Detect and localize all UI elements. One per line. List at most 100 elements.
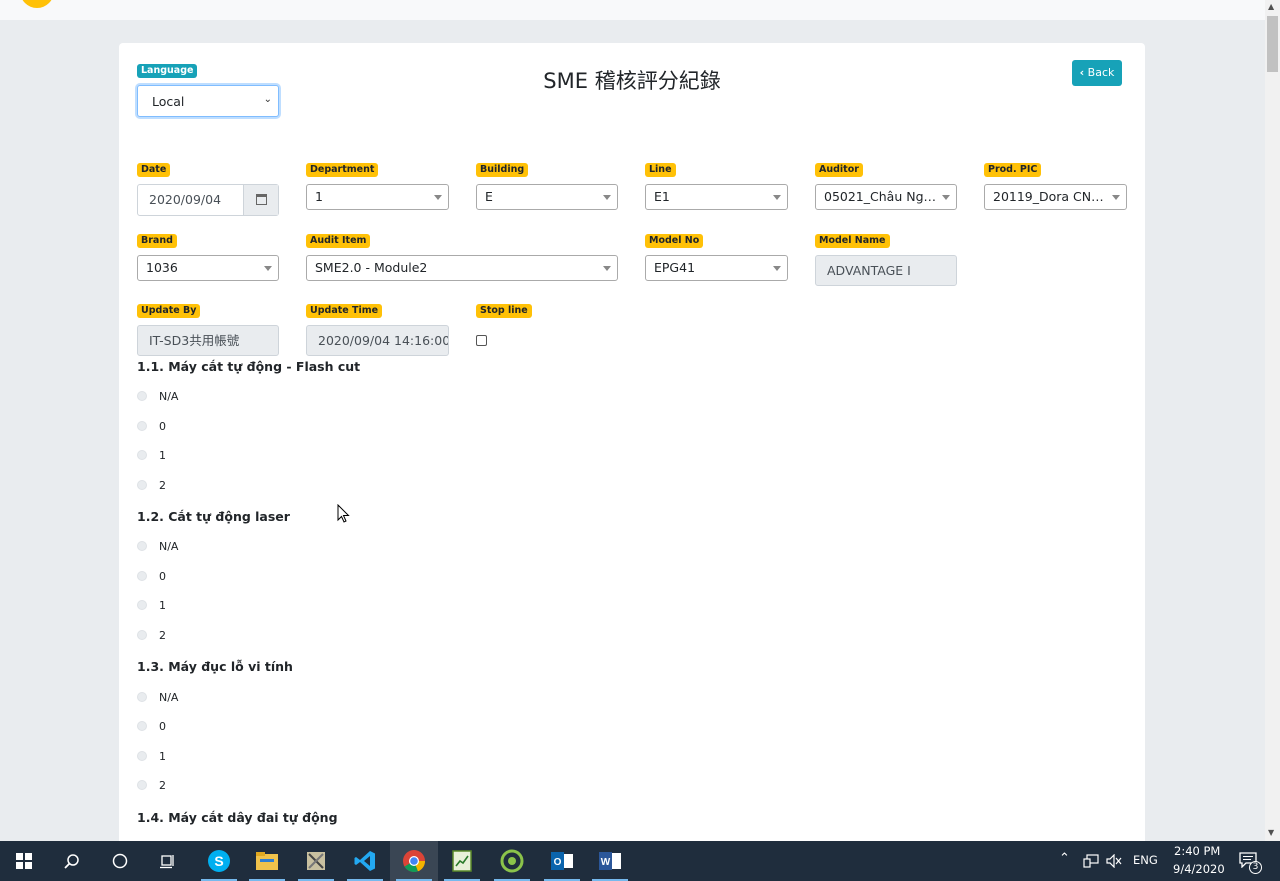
date-label: Date xyxy=(137,163,171,177)
caret-down-icon xyxy=(1112,195,1120,200)
app-logo[interactable] xyxy=(20,0,54,8)
scrollbar-thumb[interactable] xyxy=(1267,16,1278,72)
prod-pic-label: Prod. PIC xyxy=(984,163,1042,177)
top-navbar xyxy=(0,0,1265,20)
radio-label: 1 xyxy=(159,599,166,612)
date-value: 2020/09/04 xyxy=(149,192,222,207)
taskbar-notepad-chart[interactable] xyxy=(438,841,486,881)
input-language-indicator[interactable]: ENG xyxy=(1133,853,1158,867)
building-value: E xyxy=(485,189,493,204)
audit-item-label: Audit Item xyxy=(306,234,371,248)
calendar-button[interactable] xyxy=(243,185,278,215)
line-value: E1 xyxy=(654,189,670,204)
skype-icon: S xyxy=(208,850,230,872)
radio-0[interactable] xyxy=(137,421,147,431)
radio-2[interactable] xyxy=(137,480,147,490)
brand-select[interactable]: 1036 xyxy=(137,255,279,281)
caret-down-icon xyxy=(942,195,950,200)
stop-line-checkbox[interactable] xyxy=(476,335,487,346)
tray-time[interactable]: 2:40 PM xyxy=(1174,844,1220,858)
language-badge: Language xyxy=(137,64,198,78)
section-title: 1.4. Máy cắt dây đai tự động xyxy=(137,810,338,825)
radio-1[interactable] xyxy=(137,600,147,610)
audit-item-select[interactable]: SME2.0 - Module2 xyxy=(306,255,618,281)
caret-down-icon xyxy=(434,195,442,200)
task-view-icon xyxy=(160,855,174,869)
caret-down-icon xyxy=(603,266,611,271)
taskbar-task-view[interactable] xyxy=(144,841,192,881)
radio-2[interactable] xyxy=(137,630,147,640)
caret-down-icon xyxy=(603,195,611,200)
stop-line-label: Stop line xyxy=(476,304,532,318)
language-select[interactable]: Local ⌄ xyxy=(137,85,279,117)
building-select[interactable]: E xyxy=(476,184,618,210)
update-by-value: IT-SD3共用帳號 xyxy=(149,333,240,348)
brand-label: Brand xyxy=(137,234,177,248)
taskbar-tools-app[interactable] xyxy=(292,841,340,881)
taskbar-cortana[interactable] xyxy=(96,841,144,881)
audit-item-value: SME2.0 - Module2 xyxy=(315,260,428,275)
taskbar-outlook[interactable]: O xyxy=(538,841,586,881)
section-title: 1.2. Cắt tự động laser xyxy=(137,509,290,524)
radio-label: 0 xyxy=(159,720,166,733)
radio-0[interactable] xyxy=(137,721,147,731)
caret-down-icon xyxy=(264,266,272,271)
radio-label: 0 xyxy=(159,570,166,583)
taskbar-vscode[interactable] xyxy=(341,841,389,881)
department-select[interactable]: 1 xyxy=(306,184,449,210)
prod-pic-select[interactable]: 20119_Dora CN_D... xyxy=(984,184,1127,210)
svg-text:S: S xyxy=(214,853,223,869)
radio-0[interactable] xyxy=(137,571,147,581)
radio-na[interactable] xyxy=(137,541,147,551)
volume-muted-icon[interactable] xyxy=(1106,854,1122,868)
calendar-icon xyxy=(256,194,267,205)
radio-label: N/A xyxy=(159,540,179,553)
audit-form-card: SME 稽核評分紀錄 Language Local ⌄ ‹ Back Date … xyxy=(119,43,1145,863)
taskbar-skype[interactable]: S xyxy=(195,841,243,881)
radio-1[interactable] xyxy=(137,751,147,761)
radio-1[interactable] xyxy=(137,450,147,460)
action-center-button[interactable]: 3 xyxy=(1233,841,1280,881)
model-no-select[interactable]: EPG41 xyxy=(645,255,788,281)
tray-date[interactable]: 9/4/2020 xyxy=(1173,862,1225,876)
auditor-label: Auditor xyxy=(815,163,863,177)
model-no-label: Model No xyxy=(645,234,704,248)
network-icon[interactable] xyxy=(1083,854,1099,868)
update-by-field: IT-SD3共用帳號 xyxy=(137,325,279,356)
department-label: Department xyxy=(306,163,379,177)
prod-pic-value: 20119_Dora CN_D... xyxy=(993,189,1108,204)
chevron-left-icon: ‹ xyxy=(1079,66,1085,79)
chrome-icon xyxy=(403,850,426,873)
radio-2[interactable] xyxy=(137,780,147,790)
back-button[interactable]: ‹ Back xyxy=(1072,60,1122,86)
show-hidden-icons-chevron-icon[interactable]: ⌃ xyxy=(1059,851,1070,866)
start-button[interactable] xyxy=(0,841,48,881)
section-title: 1.3. Máy đục lỗ vi tính xyxy=(137,659,293,674)
model-no-value: EPG41 xyxy=(654,260,696,275)
radio-label: N/A xyxy=(159,691,179,704)
update-time-value: 2020/09/04 14:16:00 xyxy=(318,333,449,348)
outlook-icon: O xyxy=(551,852,573,870)
building-label: Building xyxy=(476,163,529,177)
scroll-down-arrow-icon[interactable]: ▼ xyxy=(1268,829,1274,837)
taskbar-green-app[interactable] xyxy=(488,841,536,881)
page-scrollbar[interactable]: ▲ ▼ xyxy=(1265,0,1280,841)
radio-na[interactable] xyxy=(137,391,147,401)
notepad-chart-icon xyxy=(452,850,472,872)
file-explorer-icon xyxy=(256,852,278,870)
radio-na[interactable] xyxy=(137,692,147,702)
caret-down-icon xyxy=(773,195,781,200)
scroll-up-arrow-icon[interactable]: ▲ xyxy=(1268,3,1274,11)
line-select[interactable]: E1 xyxy=(645,184,788,210)
radio-label: 1 xyxy=(159,750,166,763)
taskbar-search[interactable] xyxy=(48,841,96,881)
radio-label: N/A xyxy=(159,390,179,403)
taskbar-file-explorer[interactable] xyxy=(243,841,291,881)
taskbar-word[interactable]: W xyxy=(586,841,634,881)
date-input[interactable]: 2020/09/04 xyxy=(137,184,279,216)
auditor-select[interactable]: 05021_Châu Ngọc ... xyxy=(815,184,957,210)
search-icon xyxy=(64,854,79,869)
update-time-label: Update Time xyxy=(306,304,383,318)
tools-app-icon xyxy=(307,852,325,870)
taskbar-chrome[interactable] xyxy=(390,841,438,881)
